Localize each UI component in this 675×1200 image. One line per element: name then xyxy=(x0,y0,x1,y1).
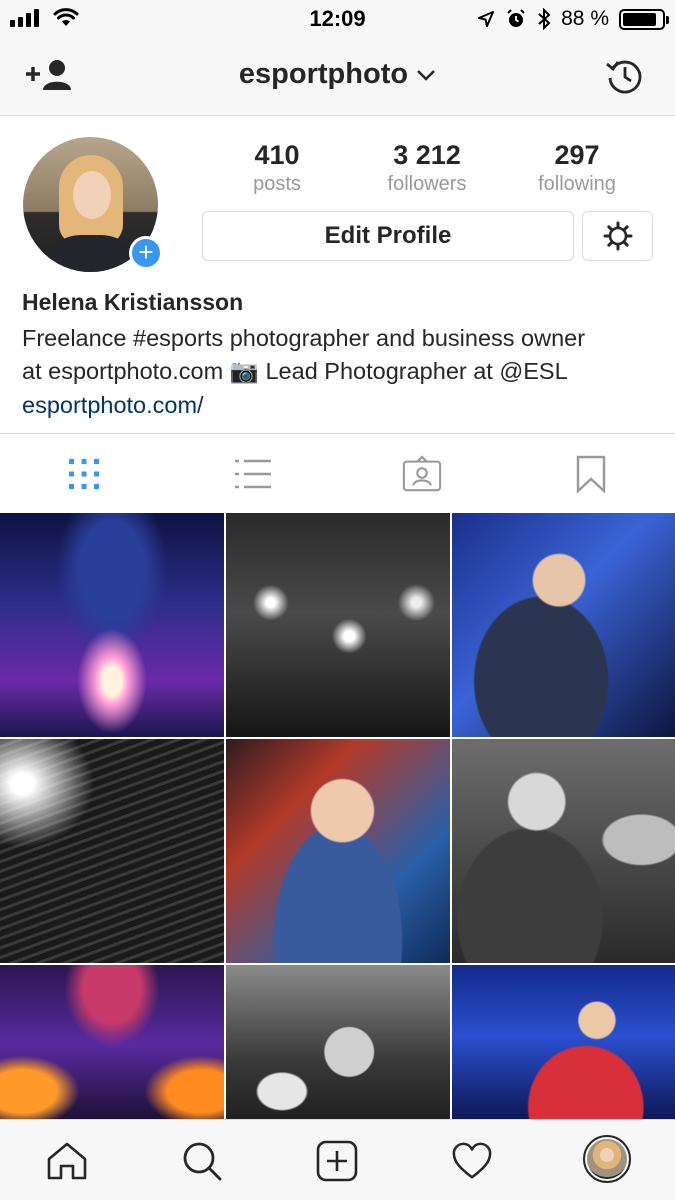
status-bar: 12:09 88 % xyxy=(0,0,675,38)
followers-count: 3 212 xyxy=(393,140,461,170)
following-stat[interactable]: 297 following xyxy=(512,140,642,196)
posts-count: 410 xyxy=(254,140,300,170)
player-clapping-bw-photo[interactable] xyxy=(226,965,450,1119)
tagged-icon[interactable] xyxy=(402,454,442,494)
profile-name: Helena Kristiansson xyxy=(22,289,244,315)
grid-icon[interactable] xyxy=(64,454,104,494)
bluetooth-icon xyxy=(538,8,551,30)
profile-view-tabs xyxy=(0,433,675,513)
bio-line-2: at esportphoto.com 📷 Lead Photographer a… xyxy=(22,358,568,384)
gamer-shouting-photo[interactable] xyxy=(452,513,675,737)
profile-website-link[interactable]: esportphoto.com/ xyxy=(22,392,204,419)
list-icon[interactable] xyxy=(233,454,273,494)
profile-bio: Freelance #esports photographer and busi… xyxy=(22,322,662,388)
caster-headset-photo[interactable] xyxy=(226,739,450,963)
followers-stat[interactable]: 3 212 followers xyxy=(362,140,492,196)
posts-label: posts xyxy=(253,173,301,195)
activity-heart-icon[interactable] xyxy=(451,1140,493,1182)
team-walkout-photo[interactable] xyxy=(452,965,675,1119)
trophy-lift-photo[interactable] xyxy=(0,965,224,1119)
gear-icon xyxy=(603,221,632,251)
search-icon[interactable] xyxy=(181,1140,223,1182)
player-trophy-bw-photo[interactable] xyxy=(452,739,675,963)
bio-line-1: Freelance #esports photographer and busi… xyxy=(22,325,586,351)
bookmark-icon[interactable] xyxy=(571,454,611,494)
arena-stage-photo[interactable] xyxy=(0,513,224,737)
crowd-lights-bw-photo[interactable] xyxy=(0,739,224,963)
posts-stat[interactable]: 410 posts xyxy=(212,140,342,196)
history-icon[interactable] xyxy=(605,56,645,101)
battery-percent: 88 % xyxy=(561,7,609,30)
bottom-tab-bar xyxy=(0,1119,675,1200)
add-story-plus-icon[interactable]: + xyxy=(129,236,163,270)
location-arrow-icon xyxy=(478,11,495,27)
alarm-icon xyxy=(507,9,525,27)
settings-button[interactable] xyxy=(582,211,653,261)
following-label: following xyxy=(538,173,616,195)
username-switcher[interactable]: esportphoto xyxy=(0,58,675,91)
photo-grid xyxy=(0,513,675,1119)
chevron-down-icon xyxy=(417,69,435,81)
battery-icon xyxy=(619,8,669,30)
edit-profile-button[interactable]: Edit Profile xyxy=(202,211,574,261)
following-count: 297 xyxy=(554,140,600,170)
top-navigation-bar: esportphoto xyxy=(0,38,675,116)
add-post-icon[interactable] xyxy=(316,1140,358,1182)
players-stage-bw-photo[interactable] xyxy=(226,513,450,737)
home-icon[interactable] xyxy=(46,1140,88,1182)
profile-tab-avatar[interactable] xyxy=(583,1135,631,1183)
username-title: esportphoto xyxy=(238,58,409,90)
followers-label: followers xyxy=(387,173,467,195)
